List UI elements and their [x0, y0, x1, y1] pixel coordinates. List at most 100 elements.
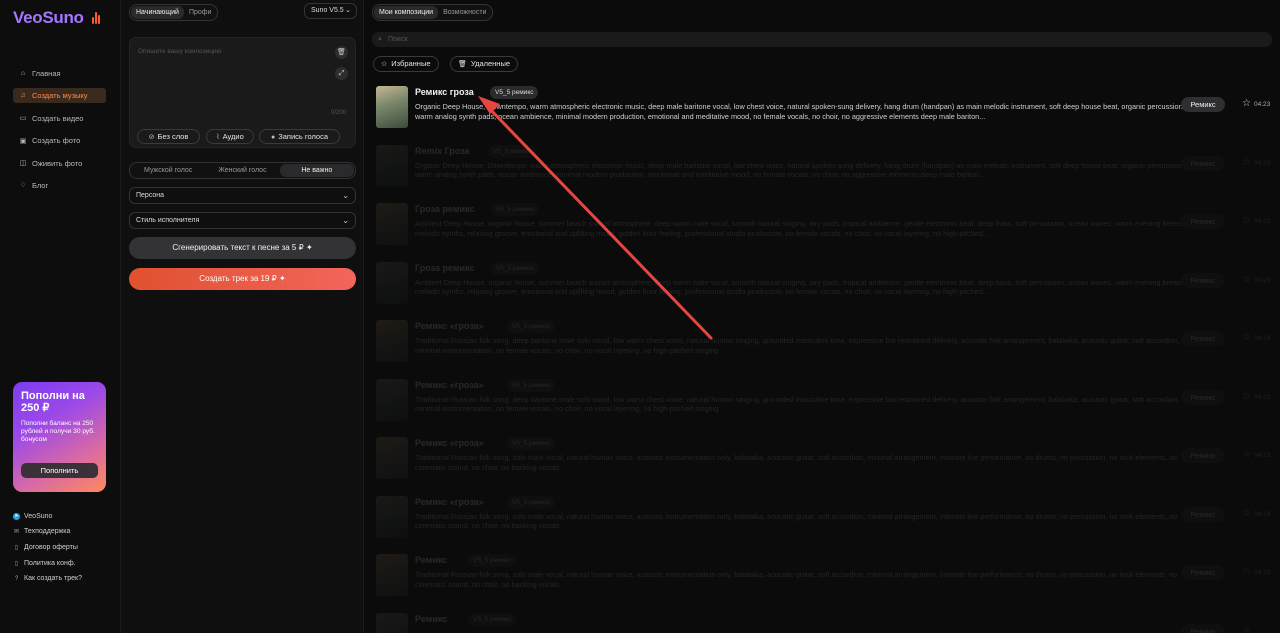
tab-pro[interactable]: Профи: [184, 6, 217, 19]
track-row[interactable]: Гроза ремикс V5_5 ремикс Ambient Deep Hous…: [376, 203, 1276, 245]
persona-select[interactable]: Персона ⌄: [129, 187, 356, 204]
select-label: Персона: [136, 192, 165, 199]
track-cover[interactable]: [376, 437, 408, 479]
brand-logo[interactable]: VeoSuno: [13, 8, 84, 28]
top-up-button[interactable]: Пополнить: [21, 463, 98, 478]
track-cover[interactable]: [376, 612, 408, 633]
track-description: Organic Deep House, Downtempo, warm atmo…: [415, 160, 1185, 180]
sidebar-item-create-music[interactable]: ♫ Создать музыку: [13, 88, 106, 104]
link-offer[interactable]: ▯ Договор оферты: [13, 542, 82, 552]
voice-male[interactable]: Мужской голос: [131, 164, 205, 177]
remix-button[interactable]: Ремикс: [1181, 214, 1225, 229]
sidebar-item-create-video[interactable]: ▭ Создать видео: [13, 111, 106, 126]
track-title[interactable]: Remix Гроза: [415, 146, 470, 156]
track-row[interactable]: Ремикс «гроза» V5_5 ремикс Traditional Rus…: [376, 495, 1276, 538]
search-input[interactable]: ⌕ Поиск: [372, 32, 1272, 47]
track-cover[interactable]: [376, 203, 408, 245]
track-cover[interactable]: [376, 378, 408, 421]
mode-tabs: Начинающий Профи: [129, 4, 219, 21]
remix-button[interactable]: Ремикс: [1181, 389, 1225, 405]
sidebar-item-animate-photo[interactable]: ◫ Оживить фото: [13, 156, 106, 171]
star-icon[interactable]: ☆: [1242, 449, 1251, 460]
track-row[interactable]: Ремикс «гроза» V5_5 ремикс Traditional Rus…: [376, 378, 1276, 421]
sidebar: VeoSuno ⌂ Главная ♫ Создать музыку ▭ Создат…: [0, 0, 121, 633]
sidebar-item-create-photo[interactable]: ▣ Создать фото: [13, 133, 106, 148]
home-icon: ⌂: [20, 70, 26, 77]
track-row[interactable]: Ремикс V5_5 ремикс Traditional Russian fol…: [376, 554, 1276, 596]
filter-deleted[interactable]: 🗑 Удаленные: [450, 56, 519, 72]
track-title[interactable]: Ремикс гроза: [415, 87, 474, 97]
tab-beginner[interactable]: Начинающий: [131, 6, 184, 19]
tab-my-compositions[interactable]: Мои композиции: [374, 6, 439, 19]
track-duration: 04:23: [1254, 159, 1271, 167]
track-cover[interactable]: [376, 495, 408, 538]
track-row[interactable]: Ремикс «гроза» V5_5 ремикс Traditional Rus…: [376, 320, 1276, 362]
track-cover[interactable]: [376, 144, 408, 187]
audio-button[interactable]: ⌇ Аудио: [206, 129, 254, 144]
trash-icon: 🗑: [458, 61, 467, 68]
track-title[interactable]: Ремикс: [415, 614, 447, 624]
no-lyrics-button[interactable]: ⊘ Без слов: [137, 129, 200, 144]
voice-female[interactable]: Женский голос: [205, 164, 279, 177]
star-icon[interactable]: ☆: [1242, 332, 1251, 343]
track-title[interactable]: Гроза ремикс: [415, 204, 474, 214]
remix-button[interactable]: Ремикс: [1181, 623, 1225, 633]
sidebar-item-label: Оживить фото: [32, 158, 83, 168]
star-icon[interactable]: ☆: [1242, 157, 1251, 168]
star-icon[interactable]: ☆: [1242, 391, 1251, 402]
star-icon[interactable]: ☆: [1242, 508, 1251, 519]
link-howto[interactable]: ? Как создать трек?: [13, 574, 82, 584]
track-row[interactable]: Remix Гроза V5_5 ремикс Organic Deep House…: [376, 144, 1276, 187]
model-select[interactable]: Suno V5.5 ⌄: [304, 3, 357, 19]
link-privacy[interactable]: ▯ Политика конф.: [13, 558, 82, 568]
star-icon[interactable]: ☆: [1242, 566, 1251, 577]
remix-button[interactable]: Ремикс: [1181, 448, 1225, 463]
track-row[interactable]: Ремикс «гроза» V5_5 ремикс Traditional Rus…: [376, 437, 1276, 479]
track-row[interactable]: Гроза ремикс V5_5 ремикс Ambient Deep Hous…: [376, 261, 1276, 304]
link-label: Договор оферты: [24, 543, 78, 551]
track-title[interactable]: Ремикс: [415, 555, 447, 565]
tab-features[interactable]: Возможности: [438, 6, 491, 19]
track-row[interactable]: Ремикс гроза V5_5 ремикс Organic Deep Hous…: [376, 86, 1276, 128]
track-title[interactable]: Гроза ремикс: [415, 263, 474, 273]
track-description: Ambient Deep House, organic house, summe…: [415, 219, 1187, 238]
version-badge: V5_5 ремикс: [491, 261, 540, 275]
track-title[interactable]: Ремикс «гроза»: [415, 497, 484, 507]
track-title[interactable]: Ремикс «гроза»: [415, 321, 484, 331]
track-row[interactable]: Ремикс V5_5 ремикс Ремикс ☆: [376, 612, 1276, 633]
remix-button[interactable]: Ремикс: [1181, 331, 1225, 346]
star-icon[interactable]: ☆: [1242, 274, 1251, 285]
track-description: Traditional Russian folk song, solo male…: [415, 570, 1178, 589]
voice-any[interactable]: Не важно: [279, 164, 354, 177]
remix-button[interactable]: Ремикс: [1181, 155, 1225, 171]
star-icon[interactable]: ☆: [1242, 625, 1251, 633]
artist-style-select[interactable]: Стиль исполнителя ⌄: [129, 212, 356, 229]
star-icon[interactable]: ☆: [1242, 215, 1251, 226]
track-title[interactable]: Ремикс «гроза»: [415, 438, 484, 448]
sidebar-item-blog[interactable]: ♢ Блог: [13, 178, 106, 193]
track-cover[interactable]: [376, 554, 408, 596]
star-icon[interactable]: ☆: [1242, 98, 1251, 109]
record-voice-button[interactable]: ● Запись голоса: [259, 129, 340, 144]
generate-lyrics-button[interactable]: Сгенерировать текст к песне за 5 ₽ ✦: [129, 237, 356, 259]
sparkle-icon: ✦: [305, 243, 313, 252]
remix-button[interactable]: Ремикс: [1181, 272, 1225, 288]
trash-icon[interactable]: 🗑: [335, 46, 348, 59]
track-description: Traditional Russian folk song, deep bari…: [415, 336, 1180, 355]
remix-button[interactable]: Ремикс: [1181, 97, 1225, 112]
expand-icon[interactable]: ⤢: [335, 67, 348, 80]
remix-button[interactable]: Ремикс: [1181, 506, 1225, 522]
create-track-button[interactable]: Создать трек за 19 ₽ ✦: [129, 268, 356, 290]
link-support[interactable]: ✉ Техподдержка: [13, 527, 82, 537]
filter-favorites[interactable]: ☆ Избранные: [373, 56, 439, 72]
star-icon: ☆: [381, 61, 388, 68]
track-duration: 04:23: [1254, 218, 1271, 225]
sidebar-item-home[interactable]: ⌂ Главная: [13, 66, 106, 81]
remix-button[interactable]: Ремикс: [1181, 565, 1225, 580]
track-description: [415, 629, 1190, 633]
link-telegram[interactable]: ➤ VeoSuno: [13, 511, 82, 521]
track-cover[interactable]: [376, 86, 408, 128]
track-cover[interactable]: [376, 320, 408, 362]
track-title[interactable]: Ремикс «гроза»: [415, 380, 484, 390]
track-cover[interactable]: [376, 261, 408, 304]
